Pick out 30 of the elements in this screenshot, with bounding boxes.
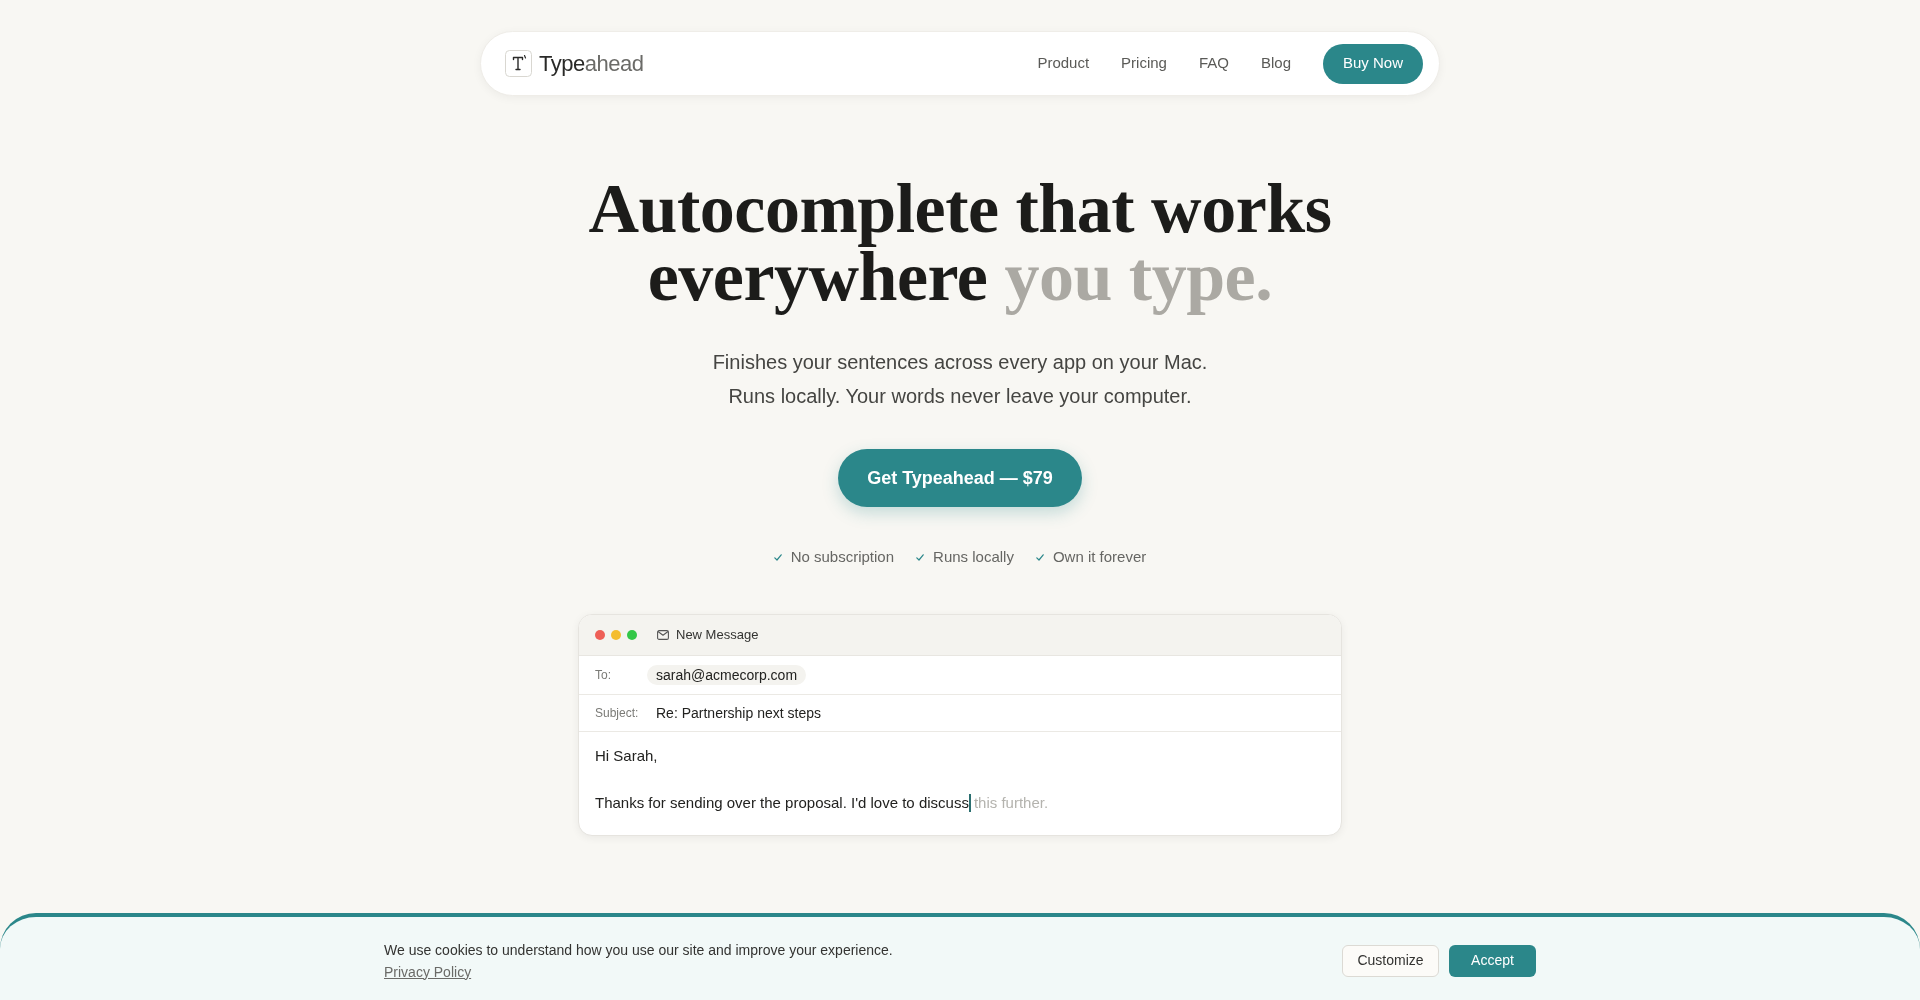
window-title: New Message bbox=[676, 626, 759, 645]
feature-label: No subscription bbox=[790, 546, 895, 567]
logo-icon bbox=[505, 50, 532, 77]
nav-link[interactable]: FAQ bbox=[1198, 52, 1229, 75]
cookie-message: We use cookies to understand how you use our site and improve your experience. bbox=[384, 940, 893, 960]
field-value: Re: Partnership next steps bbox=[655, 703, 821, 723]
check-icon bbox=[773, 553, 782, 561]
check-icon bbox=[916, 553, 925, 561]
feature-label: Own it forever bbox=[1052, 546, 1147, 567]
buy-now-button[interactable]: Buy Now bbox=[1323, 43, 1423, 84]
mail-icon bbox=[657, 630, 669, 640]
body-text: Hi Sarah, bbox=[595, 746, 658, 766]
autocomplete-suggestion: this further. bbox=[973, 793, 1049, 813]
subtitle-text: Runs locally. Your words never leave your computer. bbox=[728, 384, 1192, 409]
text-cursor-icon bbox=[968, 794, 971, 812]
logo-text[interactable]: Typeahead bbox=[539, 52, 644, 75]
nav-link[interactable]: Pricing bbox=[1121, 52, 1167, 75]
nav-link[interactable]: Blog bbox=[1260, 52, 1291, 75]
body-text: Thanks for sending over the proposal. I'd love to discuss bbox=[595, 793, 969, 813]
subtitle-text: Finishes your sentences across every app on your Mac. bbox=[712, 350, 1208, 375]
get-typeahead-button[interactable]: Get Typeahead — $79 bbox=[838, 449, 1082, 507]
field-label: To: bbox=[595, 667, 612, 684]
accept-button[interactable]: Accept bbox=[1449, 944, 1536, 977]
nav-link[interactable]: Product bbox=[1037, 52, 1090, 75]
customize-button[interactable]: Customize bbox=[1342, 944, 1439, 977]
field-label: Subject: bbox=[595, 705, 640, 722]
recipient-chip: sarah@acmecorp.com bbox=[647, 665, 807, 685]
privacy-policy-link[interactable]: Privacy Policy bbox=[384, 961, 472, 982]
feature-label: Runs locally bbox=[933, 546, 1014, 567]
check-icon bbox=[1035, 553, 1044, 561]
